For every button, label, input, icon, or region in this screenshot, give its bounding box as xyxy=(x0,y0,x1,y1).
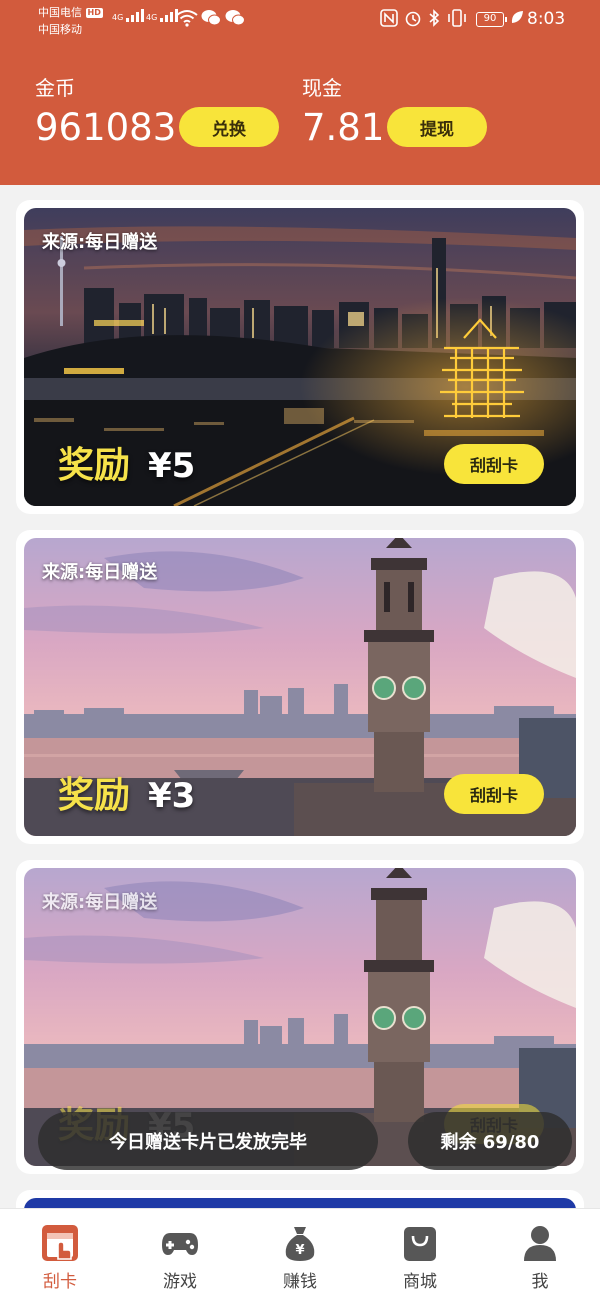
nfc-icon xyxy=(380,9,398,27)
scratch-card[interactable]: 来源:每日赠送 奖励 ¥3 刮刮卡 xyxy=(16,530,584,844)
bottom-tab-bar: 刮卡 游戏 ¥ 赚钱 商城 我 xyxy=(0,1208,600,1300)
carrier-info: 中国电信 HD 中国移动 xyxy=(38,4,103,38)
reward-amount: ¥3 xyxy=(148,776,196,816)
card-image-night-city: 来源:每日赠送 奖励 ¥5 刮刮卡 xyxy=(24,208,576,506)
withdraw-button[interactable]: 提现 xyxy=(387,107,487,147)
tab-label: 游戏 xyxy=(163,1272,197,1292)
leaf-icon xyxy=(511,11,523,23)
tab-scratch-card[interactable]: 刮卡 xyxy=(0,1209,120,1300)
scratch-card-button[interactable]: 刮刮卡 xyxy=(444,444,544,484)
coins-value: 961083 xyxy=(35,106,177,149)
signal-icon: 4G xyxy=(112,9,145,22)
reward-label: 奖励 xyxy=(58,444,131,486)
toast-cards-exhausted: 今日赠送卡片已发放完毕 xyxy=(38,1112,378,1170)
wechat-icon xyxy=(225,10,245,26)
card-source: 来源:每日赠送 xyxy=(42,232,158,253)
alarm-icon xyxy=(405,11,421,27)
shopping-bag-icon xyxy=(404,1227,436,1261)
status-bar: 中国电信 HD 中国移动 4G 4G 90 8:03 xyxy=(0,0,600,42)
header: 中国电信 HD 中国移动 4G 4G 90 8:03 金币 961083 兑换 … xyxy=(0,0,600,185)
coins-label: 金币 xyxy=(35,76,75,100)
tab-earn[interactable]: ¥ 赚钱 xyxy=(240,1209,360,1300)
carrier-2: 中国移动 xyxy=(38,23,82,36)
card-image-clock-tower: 来源:每日赠送 奖励 ¥3 刮刮卡 xyxy=(24,538,576,836)
tab-me[interactable]: 我 xyxy=(480,1209,600,1300)
tab-label: 赚钱 xyxy=(283,1272,317,1292)
scratch-card-button[interactable]: 刮刮卡 xyxy=(444,774,544,814)
battery-icon: 90 xyxy=(476,12,507,27)
wechat-icon xyxy=(201,10,221,26)
card-source: 来源:每日赠送 xyxy=(42,562,158,583)
signal-icon: 4G xyxy=(146,9,179,22)
wifi-icon xyxy=(176,10,198,27)
cash-value: 7.81 xyxy=(302,106,385,149)
hd-badge: HD xyxy=(85,8,103,18)
tab-mall[interactable]: 商城 xyxy=(360,1209,480,1300)
svg-text:¥: ¥ xyxy=(295,1243,304,1258)
tab-label: 我 xyxy=(531,1272,549,1292)
tab-label: 刮卡 xyxy=(43,1272,77,1292)
gamepad-icon xyxy=(162,1233,198,1255)
bluetooth-icon xyxy=(429,9,440,27)
cash-label: 现金 xyxy=(302,76,342,100)
reward: 奖励 ¥3 xyxy=(58,766,195,818)
exchange-button[interactable]: 兑换 xyxy=(179,107,279,147)
vibrate-icon xyxy=(448,9,466,27)
toast-remaining-count: 剩余 69/80 xyxy=(408,1112,572,1170)
reward-label: 奖励 xyxy=(58,774,131,816)
reward-amount: ¥5 xyxy=(148,446,196,486)
user-icon xyxy=(524,1226,556,1261)
reward: 奖励 ¥5 xyxy=(58,436,195,488)
money-bag-icon: ¥ xyxy=(285,1227,315,1261)
carrier-1: 中国电信 xyxy=(38,6,82,19)
scratch-card[interactable]: 来源:每日赠送 奖励 ¥5 刮刮卡 xyxy=(16,200,584,514)
card-source: 来源:每日赠送 xyxy=(42,892,158,913)
clock: 8:03 xyxy=(527,9,566,29)
scratch-card-icon xyxy=(42,1225,78,1261)
tab-games[interactable]: 游戏 xyxy=(120,1209,240,1300)
tab-label: 商城 xyxy=(403,1272,437,1292)
